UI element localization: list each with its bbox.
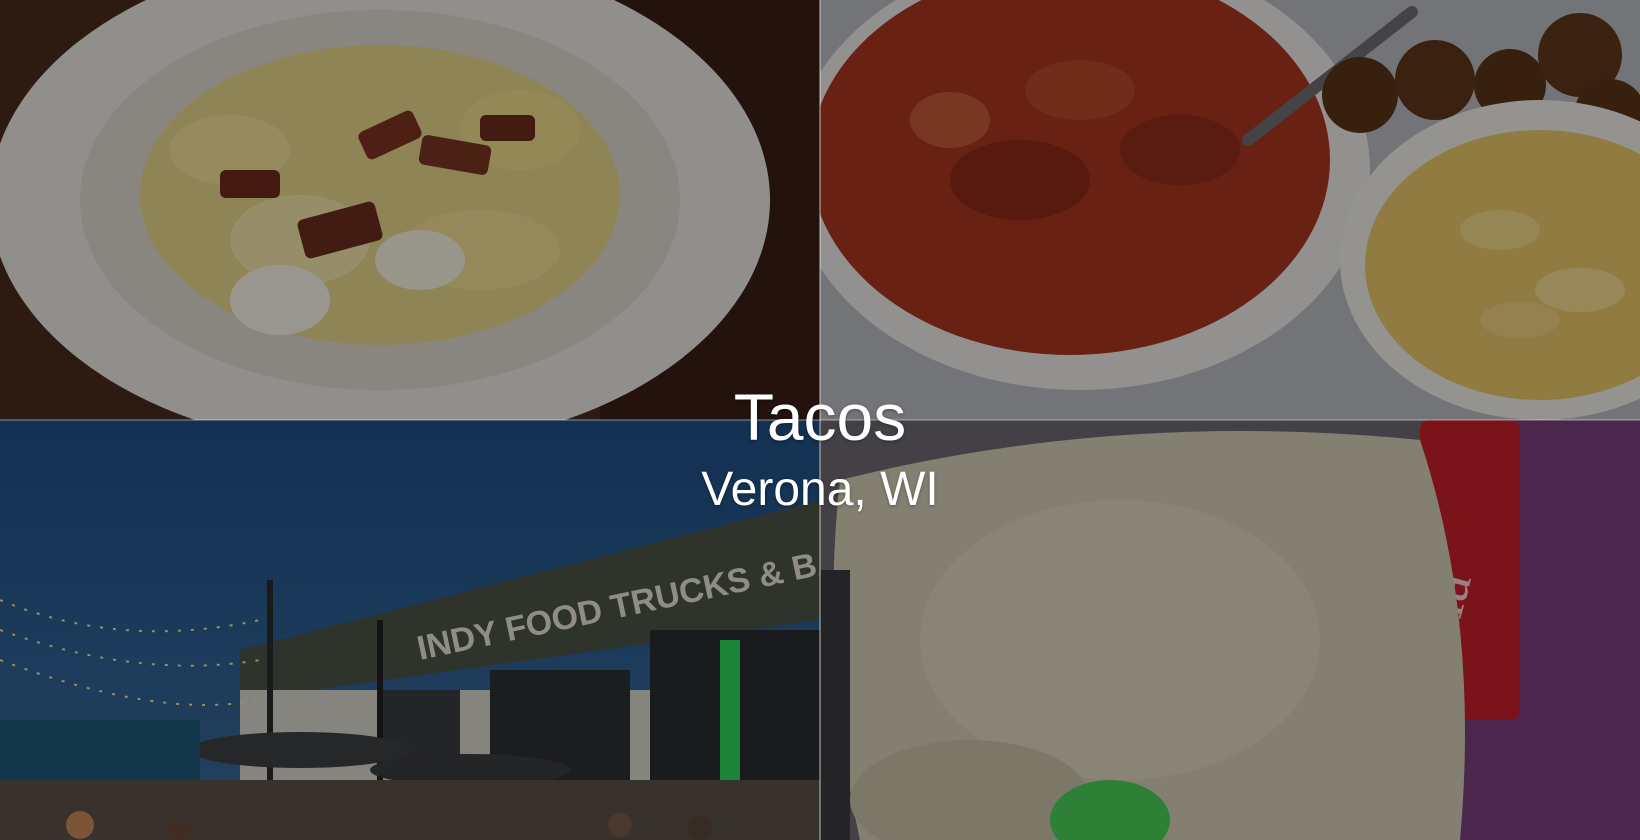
tortilla-chip-photo: ola [820,420,1640,840]
gumbo-photo [820,0,1640,420]
hero-banner: INDY FOOD TRUCKS & BAR ola Tacos Verona,… [0,0,1640,840]
pasta-photo [0,0,820,420]
svg-text:ola: ola [1401,564,1484,652]
collage-divider-horizontal [0,419,1640,421]
food-trucks-bar-photo: INDY FOOD TRUCKS & BAR [0,420,820,840]
sign-text: INDY FOOD TRUCKS & BAR [414,536,820,668]
